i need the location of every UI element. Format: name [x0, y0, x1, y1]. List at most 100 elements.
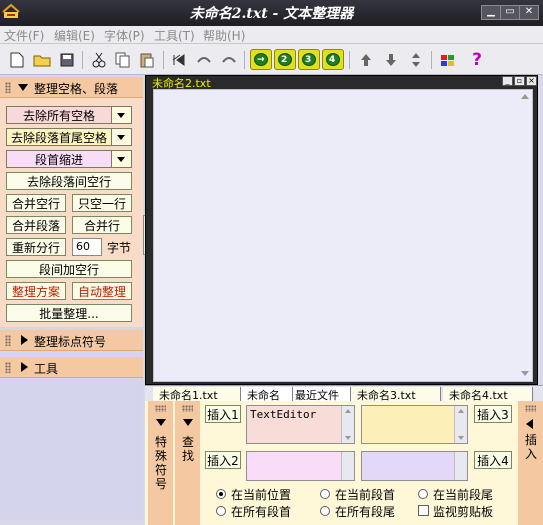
chevron-down-icon[interactable] [111, 129, 131, 145]
insert1-text[interactable]: TextEditor [246, 405, 355, 444]
opt-clipboard: 监视剪贴板 [433, 505, 494, 519]
add-blank-lines-button[interactable]: 段间加空行 [6, 260, 132, 278]
chevron-down-icon[interactable] [111, 107, 131, 123]
window-title: 未命名2.txt - 文本整理器 [189, 6, 354, 22]
menu-bar: 文件(F) 编辑(E) 字体(P) 工具(T) 帮助(H) [0, 26, 543, 44]
menu-tools[interactable]: 工具(T) [154, 27, 195, 44]
move-up-icon[interactable] [355, 49, 377, 71]
cut-icon[interactable] [88, 49, 110, 71]
maximize-button[interactable]: ▭ [500, 5, 520, 20]
radio-all-para-end[interactable] [320, 506, 330, 516]
move-down-icon[interactable] [380, 49, 402, 71]
doc-restore-button[interactable]: ▫ [514, 76, 525, 86]
color-scheme-icon[interactable] [437, 49, 459, 71]
insert3-text[interactable] [361, 405, 468, 444]
insert4-icon[interactable]: 4 [322, 49, 344, 70]
close-button[interactable]: ✕ [519, 5, 539, 20]
menu-file[interactable]: 文件(F) [4, 27, 44, 44]
merge-lines-button[interactable]: 合并行 [72, 216, 132, 234]
insert4-button[interactable]: 插入4 [474, 451, 512, 469]
combo-label: 去除段落首尾空格 [10, 130, 107, 145]
document-tabs: 未命名1.txt 未命名 最近文件 未命名3.txt 未命名4.txt [145, 385, 543, 401]
toolbar: → 2 3 4 ? [0, 44, 543, 75]
batch-arrange-button[interactable]: 批量整理... [6, 304, 132, 322]
chevron-down-icon[interactable] [111, 151, 131, 167]
keep-one-blank-button[interactable]: 只空一行 [72, 194, 132, 212]
tab-untitled1[interactable]: 未命名1.txt [153, 387, 241, 401]
collapse-arrow-icon [526, 419, 533, 429]
insert1-button[interactable]: 插入1 [205, 405, 241, 423]
radio-para-start[interactable] [320, 489, 330, 499]
scrollbar[interactable] [341, 452, 354, 480]
remove-all-spaces-combo[interactable]: 去除所有空格 [6, 106, 132, 124]
minimize-button[interactable]: ▁ [481, 5, 501, 20]
new-file-icon[interactable] [6, 49, 28, 71]
radio-current-position[interactable] [216, 489, 226, 499]
insert2-text[interactable] [246, 451, 355, 481]
section-spaces-header[interactable]: 整理空格、段落 [0, 77, 143, 98]
section-title: 工具 [34, 362, 59, 376]
radio-para-end[interactable] [418, 489, 428, 499]
first-icon[interactable] [168, 49, 190, 71]
opt-all-para-end: 在所有段尾 [335, 505, 396, 519]
redo-icon[interactable] [218, 49, 240, 71]
text-editor[interactable] [153, 89, 533, 382]
paragraph-indent-combo[interactable]: 段首缩进 [6, 150, 132, 168]
open-folder-icon[interactable] [31, 49, 53, 71]
section-title: 整理标点符号 [34, 335, 107, 349]
find-label: 查找 [181, 435, 194, 463]
tab-untitled2[interactable]: 未命名 [241, 387, 293, 401]
insert-side-label: 插入 [524, 433, 537, 461]
special-symbols-label: 特殊符号 [154, 435, 167, 491]
rewrap-button[interactable]: 重新分行 [6, 238, 66, 256]
doc-minimize-button[interactable]: _ [502, 76, 513, 86]
document-window: 未命名2.txt _ ▫ × [145, 75, 538, 385]
insert-side-tab[interactable]: 插入 [518, 401, 543, 525]
insert4-text[interactable] [361, 451, 468, 481]
insert3-icon[interactable]: 3 [298, 49, 320, 70]
merge-paragraphs-button[interactable]: 合并段落 [6, 216, 66, 234]
insert1-value: TextEditor [250, 408, 317, 421]
bytes-unit-label: 字节 [107, 241, 132, 255]
clipboard-monitor-checkbox[interactable] [418, 505, 429, 516]
tab-untitled4[interactable]: 未命名4.txt [443, 387, 533, 401]
opt-para-start: 在当前段首 [335, 488, 396, 502]
help-icon[interactable]: ? [466, 49, 488, 71]
save-icon[interactable] [56, 49, 78, 71]
opt-para-end: 在当前段尾 [433, 488, 494, 502]
find-tab[interactable]: 查找 [175, 401, 200, 525]
scrollbar[interactable] [454, 406, 467, 443]
wrap-width-input[interactable]: 60 [72, 238, 102, 256]
combo-label: 段首缩进 [34, 152, 83, 167]
up-down-icon[interactable] [405, 49, 427, 71]
section-punctuation-header[interactable]: 整理标点符号 [0, 330, 143, 351]
insert2-icon[interactable]: 2 [274, 49, 296, 70]
scrollbar[interactable] [454, 452, 467, 480]
remove-blank-lines-button[interactable]: 去除段落间空行 [6, 172, 132, 190]
opt-current-position: 在当前位置 [231, 488, 292, 502]
doc-close-button[interactable]: × [526, 76, 537, 86]
menu-edit[interactable]: 编辑(E) [54, 27, 95, 44]
menu-help[interactable]: 帮助(H) [203, 27, 245, 44]
copy-icon[interactable] [112, 49, 134, 71]
tab-recent-files[interactable]: 最近文件 [293, 387, 351, 401]
insert1-icon[interactable]: → [250, 49, 272, 70]
merge-blank-lines-button[interactable]: 合并空行 [6, 194, 66, 212]
radio-all-para-start[interactable] [216, 506, 226, 516]
paste-icon[interactable] [136, 49, 158, 71]
tab-untitled3[interactable]: 未命名3.txt [351, 387, 441, 401]
remove-leading-trailing-combo[interactable]: 去除段落首尾空格 [6, 128, 132, 146]
section-tools-header[interactable]: 工具 [0, 357, 143, 378]
insert3-button[interactable]: 插入3 [474, 405, 512, 423]
special-symbols-tab[interactable]: 特殊符号 [148, 401, 173, 525]
title-bar: 未命名2.txt - 文本整理器 ▁ ▭ ✕ [0, 0, 543, 26]
menu-font[interactable]: 字体(P) [104, 27, 145, 44]
auto-arrange-button[interactable]: 自动整理 [72, 282, 132, 300]
section-title: 整理空格、段落 [34, 82, 119, 96]
opt-all-para-start: 在所有段首 [231, 505, 292, 519]
editor-scrollbar[interactable] [519, 90, 532, 381]
scrollbar[interactable] [341, 406, 354, 443]
undo-icon[interactable] [193, 49, 215, 71]
insert2-button[interactable]: 插入2 [205, 451, 241, 469]
arrange-scheme-button[interactable]: 整理方案 [6, 282, 66, 300]
